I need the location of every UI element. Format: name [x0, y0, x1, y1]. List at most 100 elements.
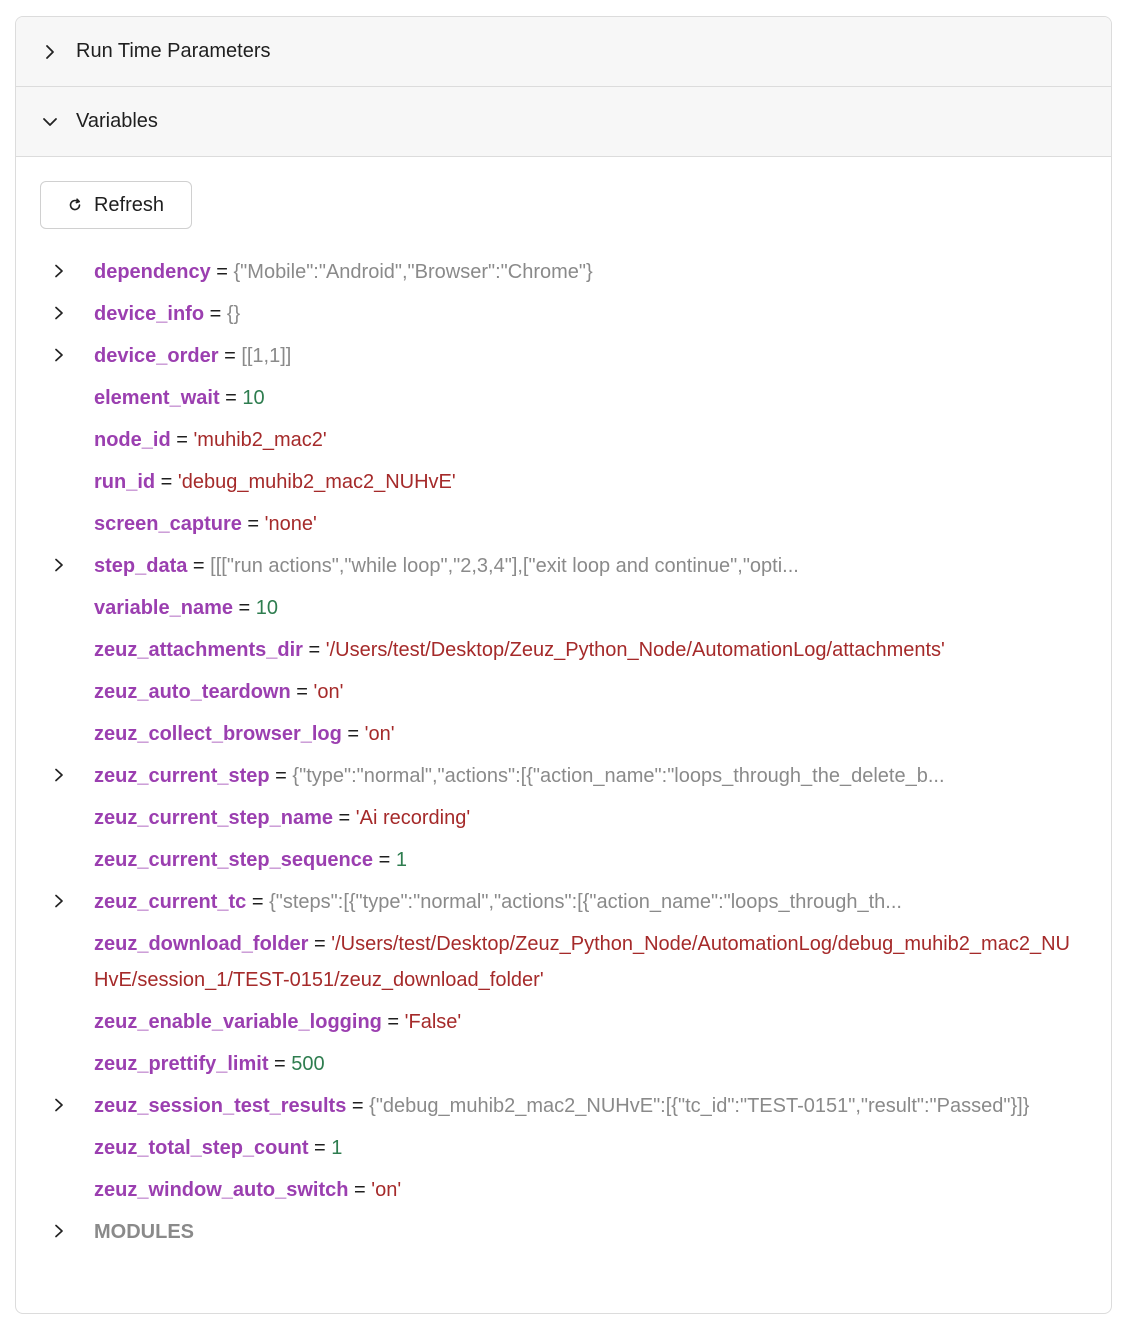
- chevron-right-icon[interactable]: [50, 304, 68, 322]
- equals-sign: =: [155, 471, 178, 493]
- variable-row[interactable]: device_info = {}: [16, 293, 1111, 335]
- equals-sign: =: [269, 765, 293, 787]
- equals-sign: =: [332, 807, 356, 829]
- variable-key: zeuz_attachments_dir: [94, 639, 303, 661]
- variable-row: zeuz_current_step_name = 'Ai recording': [16, 797, 1111, 839]
- variable-key: run_id: [94, 471, 156, 493]
- variable-row[interactable]: zeuz_current_tc = {"steps":[{"type":"nor…: [16, 881, 1111, 923]
- chevron-right-icon[interactable]: [50, 1222, 68, 1240]
- variable-row[interactable]: zeuz_session_test_results = {"debug_muhi…: [16, 1085, 1111, 1127]
- variable-row[interactable]: zeuz_current_step = {"type":"normal","ac…: [16, 755, 1111, 797]
- variable-key: zeuz_current_step_sequence: [94, 849, 374, 871]
- equals-sign: =: [308, 933, 332, 955]
- variable-row: zeuz_attachments_dir = '/Users/test/Desk…: [16, 629, 1111, 671]
- variable-key: element_wait: [94, 387, 220, 409]
- variables-panel: Run Time Parameters Variables Refresh de…: [15, 16, 1112, 1314]
- variable-key: step_data: [94, 555, 188, 577]
- refresh-icon: [68, 198, 82, 212]
- equals-sign: =: [218, 345, 242, 367]
- variable-row: node_id = 'muhib2_mac2': [16, 419, 1111, 461]
- variable-key: dependency: [94, 261, 211, 283]
- variable-value: [[1,1]]: [241, 345, 292, 367]
- equals-sign: =: [241, 513, 265, 535]
- chevron-right-icon[interactable]: [50, 556, 68, 574]
- variable-row: zeuz_download_folder = '/Users/test/Desk…: [16, 923, 1111, 1001]
- variable-key: zeuz_download_folder: [94, 933, 309, 955]
- variable-value: 'on': [371, 1179, 402, 1201]
- variable-value: 500: [291, 1053, 325, 1075]
- variable-row: element_wait = 10: [16, 377, 1111, 419]
- equals-sign: =: [346, 1095, 370, 1117]
- variable-key: zeuz_collect_browser_log: [94, 723, 342, 745]
- variable-value: 'muhib2_mac2': [193, 429, 327, 451]
- chevron-down-icon: [40, 112, 60, 132]
- equals-sign: =: [170, 429, 194, 451]
- chevron-right-icon[interactable]: [50, 892, 68, 910]
- variable-row[interactable]: dependency = {"Mobile":"Android","Browse…: [16, 251, 1111, 293]
- variable-value: 10: [255, 597, 279, 619]
- chevron-right-icon[interactable]: [50, 766, 68, 784]
- variable-row: zeuz_current_step_sequence = 1: [16, 839, 1111, 881]
- variable-value: 'on': [364, 723, 395, 745]
- modules-row[interactable]: MODULES: [16, 1211, 1111, 1253]
- variable-value: [[["run actions","while loop","2,3,4"],[…: [210, 555, 799, 577]
- equals-sign: =: [373, 849, 396, 871]
- chevron-right-icon: [40, 42, 60, 62]
- modules-label: MODULES: [94, 1221, 194, 1243]
- variable-key: zeuz_window_auto_switch: [94, 1179, 349, 1201]
- equals-sign: =: [187, 555, 211, 577]
- variable-key: zeuz_enable_variable_logging: [94, 1011, 382, 1033]
- variable-row[interactable]: device_order = [[1,1]]: [16, 335, 1111, 377]
- variable-value: 1: [395, 849, 407, 871]
- section-run-time-parameters[interactable]: Run Time Parameters: [16, 17, 1111, 87]
- variable-row[interactable]: step_data = [[["run actions","while loop…: [16, 545, 1111, 587]
- equals-sign: =: [381, 1011, 405, 1033]
- variable-row: zeuz_window_auto_switch = 'on': [16, 1169, 1111, 1211]
- refresh-button[interactable]: Refresh: [40, 181, 192, 229]
- variable-key: zeuz_total_step_count: [94, 1137, 309, 1159]
- chevron-right-icon[interactable]: [50, 262, 68, 280]
- variable-row: zeuz_total_step_count = 1: [16, 1127, 1111, 1169]
- equals-sign: =: [268, 1053, 292, 1075]
- variable-value: {"Mobile":"Android","Browser":"Chrome"}: [233, 261, 593, 283]
- section-variables[interactable]: Variables: [16, 87, 1111, 157]
- variable-key: zeuz_current_tc: [94, 891, 247, 913]
- variable-key: screen_capture: [94, 513, 242, 535]
- section-title: Variables: [76, 110, 158, 132]
- equals-sign: =: [348, 1179, 372, 1201]
- variable-key: zeuz_current_step: [94, 765, 270, 787]
- variable-key: zeuz_auto_teardown: [94, 681, 291, 703]
- variable-value: {"steps":[{"type":"normal","actions":[{"…: [269, 891, 902, 913]
- variable-key: node_id: [94, 429, 171, 451]
- variable-key: variable_name: [94, 597, 233, 619]
- variable-key: zeuz_session_test_results: [94, 1095, 347, 1117]
- variable-key: device_order: [94, 345, 219, 367]
- variable-row: zeuz_auto_teardown = 'on': [16, 671, 1111, 713]
- variable-value: {}: [226, 303, 241, 325]
- equals-sign: =: [290, 681, 314, 703]
- variable-row: zeuz_prettify_limit = 500: [16, 1043, 1111, 1085]
- variable-row: run_id = 'debug_muhib2_mac2_NUHvE': [16, 461, 1111, 503]
- equals-sign: =: [204, 303, 227, 325]
- variable-key: device_info: [94, 303, 205, 325]
- variable-value: 1: [331, 1137, 343, 1159]
- variable-value: '/Users/test/Desktop/Zeuz_Python_Node/Au…: [325, 639, 945, 661]
- variable-row: zeuz_collect_browser_log = 'on': [16, 713, 1111, 755]
- refresh-label: Refresh: [93, 193, 165, 216]
- variable-key: zeuz_prettify_limit: [94, 1053, 269, 1075]
- variable-value: 'debug_muhib2_mac2_NUHvE': [177, 471, 456, 493]
- variable-value: 'False': [404, 1011, 462, 1033]
- variable-value: 'on': [313, 681, 344, 703]
- variable-value: 'Ai recording': [355, 807, 471, 829]
- chevron-right-icon[interactable]: [50, 1096, 68, 1114]
- variable-value: 10: [242, 387, 265, 409]
- equals-sign: =: [232, 597, 256, 619]
- equals-sign: =: [246, 891, 270, 913]
- variable-value: {"debug_muhib2_mac2_NUHvE":[{"tc_id":"TE…: [369, 1095, 1030, 1117]
- variable-row: screen_capture = 'none': [16, 503, 1111, 545]
- equals-sign: =: [219, 387, 243, 409]
- section-title: Run Time Parameters: [76, 40, 271, 62]
- chevron-right-icon[interactable]: [50, 346, 68, 364]
- equals-sign: =: [302, 639, 326, 661]
- equals-sign: =: [210, 261, 234, 283]
